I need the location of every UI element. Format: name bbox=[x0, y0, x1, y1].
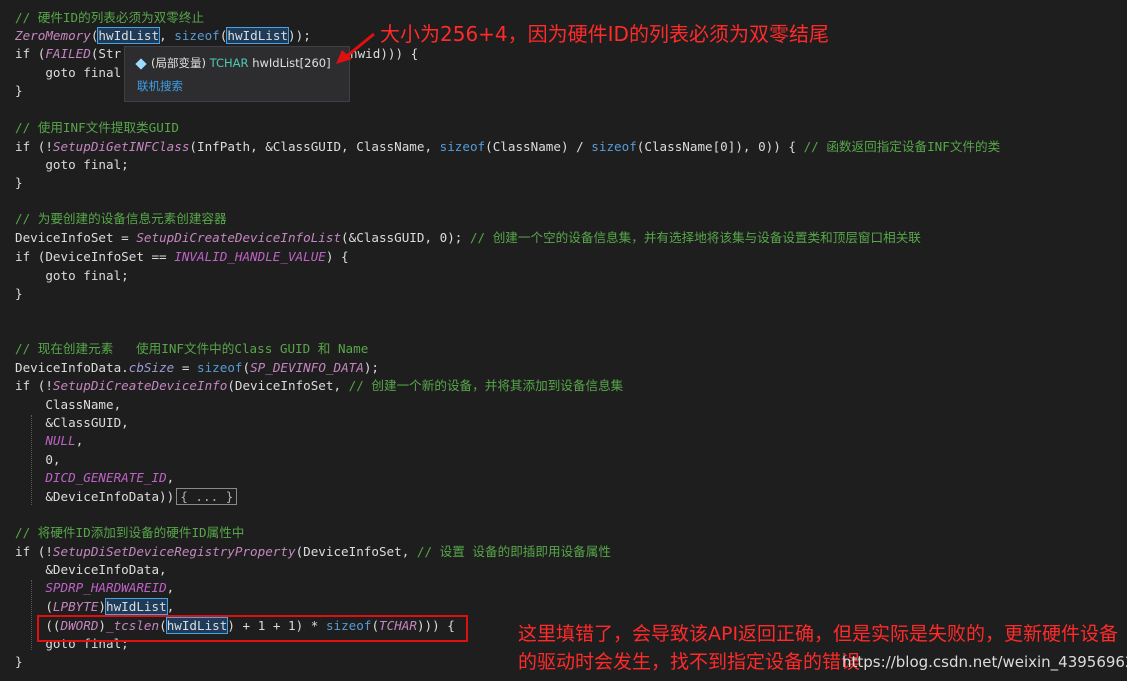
code-text: ) { bbox=[325, 249, 349, 264]
type-name: LPBYTE bbox=[52, 599, 99, 614]
collapsed-block[interactable]: { ... } bbox=[176, 488, 238, 505]
quickinfo-tooltip: (局部变量) TCHAR hwIdList[260] 联机搜索 bbox=[124, 46, 350, 102]
macro: SPDRP_HARDWAREID bbox=[45, 580, 167, 595]
function-name: SetupDiGetINFClass bbox=[52, 139, 190, 154]
code-text: , bbox=[166, 599, 175, 614]
code-line-2: ZeroMemory(hwIdList, sizeof(hwIdList)); bbox=[15, 27, 311, 45]
online-search-link[interactable]: 联机搜索 bbox=[137, 78, 183, 94]
code-text: (Str bbox=[90, 46, 122, 61]
code-line-7: // 使用INF文件提取类GUID bbox=[15, 119, 179, 137]
code-text: ) bbox=[98, 599, 107, 614]
identifier-highlight[interactable]: hwIdList bbox=[226, 27, 290, 44]
code-text: (DeviceInfoSet, bbox=[295, 544, 417, 559]
watermark: https://blog.csdn.net/weixin_43956962 bbox=[842, 653, 1127, 671]
code-line-20: DeviceInfoData.cbSize = sizeof(SP_DEVINF… bbox=[15, 359, 379, 377]
macro: INVALID_HANDLE_VALUE bbox=[174, 249, 326, 264]
identifier-highlight[interactable]: hwIdList bbox=[97, 27, 161, 44]
comment: // 创建一个新的设备，并将其添加到设备信息集 bbox=[348, 378, 624, 393]
code-line-23: &ClassGUID, bbox=[15, 415, 129, 430]
code-line-27: &DeviceInfoData)){ ... } bbox=[15, 488, 238, 506]
code-line-10: } bbox=[15, 175, 23, 190]
code-line-21: if (!SetupDiCreateDeviceInfo(DeviceInfoS… bbox=[15, 377, 623, 395]
keyword: sizeof bbox=[439, 139, 486, 154]
code-text: , bbox=[166, 580, 175, 595]
code-line-33: (LPBYTE)hwIdList, bbox=[15, 598, 174, 616]
function-name: SetupDiSetDeviceRegistryProperty bbox=[52, 544, 296, 559]
code-text: if (! bbox=[15, 544, 53, 559]
code-text: (ClassName) / bbox=[485, 139, 592, 154]
member: cbSize bbox=[128, 360, 175, 375]
type-name: SP_DEVINFO_DATA bbox=[250, 360, 364, 375]
code-line-13: DeviceInfoSet = SetupDiCreateDeviceInfoL… bbox=[15, 229, 921, 247]
code-text: &DeviceInfoData)) bbox=[15, 489, 175, 504]
function-name: ZeroMemory bbox=[15, 28, 91, 43]
tooltip-type: TCHAR bbox=[209, 56, 249, 70]
code-line-24: NULL, bbox=[15, 432, 83, 450]
function-name: FAILED bbox=[45, 46, 91, 61]
comment: // 设置 设备的即插即用设备属性 bbox=[416, 544, 611, 559]
code-text: = bbox=[174, 360, 197, 375]
comment: // 使用INF文件提取类GUID bbox=[15, 120, 179, 135]
punct: )); bbox=[288, 28, 311, 43]
comment: // 为要创建的设备信息元素创建容器 bbox=[15, 211, 227, 226]
code-line-26: DICD_GENERATE_ID, bbox=[15, 469, 174, 487]
code-text: (&ClassGUID, 0); bbox=[341, 230, 470, 245]
macro: DICD_GENERATE_ID bbox=[45, 470, 167, 485]
code-line-8: if (!SetupDiGetINFClass(InfPath, &ClassG… bbox=[15, 138, 1000, 156]
code-line-31: &DeviceInfoData, bbox=[15, 562, 167, 577]
code-line-4: goto final bbox=[15, 65, 122, 80]
function-name: SetupDiCreateDeviceInfoList bbox=[136, 230, 342, 245]
comment: // 函数返回指定设备INF文件的类 bbox=[803, 139, 1001, 154]
comment: // 硬件ID的列表必须为双零终止 bbox=[15, 10, 205, 25]
annotation-top: 大小为256+4，因为硬件ID的列表必须为双零结尾 bbox=[380, 22, 829, 46]
code-line-12: // 为要创建的设备信息元素创建容器 bbox=[15, 210, 227, 228]
local-variable-icon bbox=[135, 57, 147, 70]
code-line-15: goto final; bbox=[15, 268, 129, 283]
function-name: SetupDiCreateDeviceInfo bbox=[52, 378, 228, 393]
code-text: , bbox=[75, 433, 84, 448]
code-line-19: // 现在创建元素 使用INF文件中的Class GUID 和 Name bbox=[15, 340, 368, 358]
code-editor[interactable]: // 硬件ID的列表必须为双零终止 ZeroMemory(hwIdList, s… bbox=[0, 0, 1127, 681]
code-text: if (DeviceInfoSet == bbox=[15, 249, 175, 264]
identifier-highlight[interactable]: hwIdList bbox=[105, 598, 168, 615]
code-text: if (! bbox=[15, 378, 53, 393]
code-line-16: } bbox=[15, 286, 23, 301]
code-text: (DeviceInfoSet, bbox=[227, 378, 349, 393]
code-text: if ( bbox=[15, 46, 46, 61]
code-text: , bbox=[166, 470, 175, 485]
code-text: ); bbox=[363, 360, 379, 375]
code-line-1: // 硬件ID的列表必须为双零终止 bbox=[15, 9, 204, 27]
keyword: sizeof bbox=[591, 139, 637, 154]
code-text: (InfPath, &ClassGUID, ClassName, bbox=[189, 139, 440, 154]
annotation-arrow bbox=[336, 32, 375, 64]
comment: // 创建一个空的设备信息集，并有选择地将该集与设备设置类和顶层窗口相关联 bbox=[469, 230, 921, 245]
code-line-5: } bbox=[15, 83, 23, 98]
keyword: sizeof bbox=[174, 28, 220, 43]
code-line-29: // 将硬件ID添加到设备的硬件ID属性中 bbox=[15, 524, 244, 542]
macro: NULL bbox=[45, 433, 76, 448]
code-line-22: ClassName, bbox=[15, 397, 122, 412]
tooltip-signature: (局部变量) TCHAR hwIdList[260] bbox=[135, 55, 331, 71]
tooltip-scope: (局部变量) bbox=[151, 56, 206, 70]
keyword: sizeof bbox=[196, 360, 243, 375]
code-text: DeviceInfoData. bbox=[15, 360, 129, 375]
code-line-36: } bbox=[15, 654, 23, 669]
tooltip-variable-name: hwIdList[260] bbox=[252, 56, 331, 70]
code-text: (ClassName[0]), 0)) { bbox=[636, 139, 804, 154]
code-text: if (! bbox=[15, 139, 53, 154]
comment: // 将硬件ID添加到设备的硬件ID属性中 bbox=[15, 525, 245, 540]
code-line-14: if (DeviceInfoSet == INVALID_HANDLE_VALU… bbox=[15, 248, 349, 266]
code-line-3: if (FAILED(Str nwid))) { bbox=[15, 45, 418, 63]
code-line-9: goto final; bbox=[15, 157, 129, 172]
comment: // 现在创建元素 使用INF文件中的Class GUID 和 Name bbox=[15, 341, 369, 356]
highlight-box bbox=[37, 615, 468, 642]
code-line-25: 0, bbox=[15, 452, 61, 467]
punct: , bbox=[159, 28, 175, 43]
code-text: DeviceInfoSet = bbox=[15, 230, 137, 245]
code-line-32: SPDRP_HARDWAREID, bbox=[15, 579, 174, 597]
code-line-30: if (!SetupDiSetDeviceRegistryProperty(De… bbox=[15, 543, 611, 561]
code-text: ( bbox=[242, 360, 251, 375]
code-text: ( bbox=[15, 599, 53, 614]
